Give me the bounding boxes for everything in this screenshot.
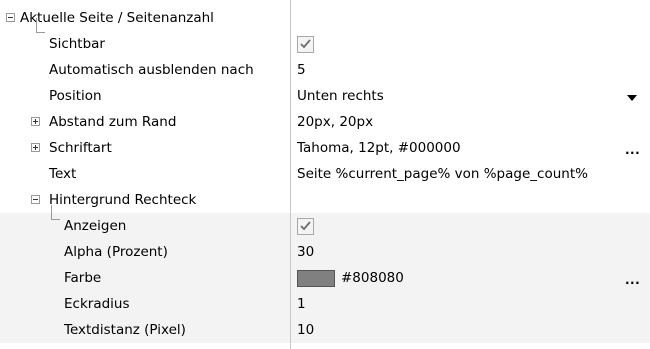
property-label-corner-radius: Eckradius: [64, 296, 130, 312]
property-grid: Aktuelle Seite / Seitenanzahl Sichtbar A…: [0, 0, 650, 349]
margin-value[interactable]: 20px, 20px: [297, 109, 373, 135]
section-title: Aktuelle Seite / Seitenanzahl: [20, 10, 214, 26]
property-label-color: Farbe: [64, 270, 102, 286]
row-margin[interactable]: Abstand zum Rand 20px, 20px: [0, 109, 650, 135]
color-value[interactable]: #808080: [341, 265, 404, 291]
property-label-auto-hide: Automatisch ausblenden nach: [49, 62, 254, 78]
row-visible[interactable]: Sichtbar: [0, 31, 650, 57]
row-corner-radius[interactable]: Eckradius 1: [0, 291, 650, 317]
auto-hide-value[interactable]: 5: [297, 57, 306, 83]
row-section-header[interactable]: Aktuelle Seite / Seitenanzahl: [0, 5, 650, 31]
alpha-value[interactable]: 30: [297, 239, 314, 265]
expand-toggle-icon[interactable]: [31, 143, 40, 152]
row-color[interactable]: Farbe #808080 ...: [0, 265, 650, 291]
expand-toggle-icon[interactable]: [31, 117, 40, 126]
font-browse-button[interactable]: ...: [625, 135, 640, 161]
position-select[interactable]: Unten rechts: [297, 83, 384, 109]
row-text[interactable]: Text Seite %current_page% von %page_coun…: [0, 161, 650, 187]
text-distance-value[interactable]: 10: [297, 317, 314, 343]
row-background[interactable]: Hintergrund Rechteck: [0, 187, 650, 213]
property-label-margin: Abstand zum Rand: [49, 114, 177, 130]
row-font[interactable]: Schriftart Tahoma, 12pt, #000000 ...: [0, 135, 650, 161]
property-label-background: Hintergrund Rechteck: [49, 192, 197, 208]
property-label-show: Anzeigen: [64, 218, 127, 234]
checkmark-icon: [300, 221, 311, 231]
row-position[interactable]: Position Unten rechts: [0, 83, 650, 109]
row-background-show[interactable]: Anzeigen: [0, 213, 650, 239]
row-text-distance[interactable]: Textdistanz (Pixel) 10: [0, 317, 650, 343]
tree-connector: [36, 18, 37, 33]
property-label-font: Schriftart: [49, 140, 112, 156]
text-value[interactable]: Seite %current_page% von %page_count%: [297, 161, 588, 187]
property-label-text-distance: Textdistanz (Pixel): [64, 322, 186, 338]
column-divider[interactable]: [290, 0, 291, 349]
checkmark-icon: [300, 39, 311, 49]
collapse-toggle-icon[interactable]: [6, 13, 15, 22]
row-auto-hide[interactable]: Automatisch ausblenden nach 5: [0, 57, 650, 83]
tree-connector: [51, 205, 52, 220]
color-picker-button[interactable]: ...: [625, 265, 640, 291]
property-label-position: Position: [49, 88, 102, 104]
chevron-down-icon[interactable]: [627, 95, 637, 101]
property-label-alpha: Alpha (Prozent): [64, 244, 168, 260]
property-label-visible: Sichtbar: [49, 36, 105, 52]
tree-connector: [36, 32, 45, 33]
corner-radius-value[interactable]: 1: [297, 291, 306, 317]
row-alpha[interactable]: Alpha (Prozent) 30: [0, 239, 650, 265]
font-value[interactable]: Tahoma, 12pt, #000000: [297, 135, 461, 161]
show-checkbox[interactable]: [297, 218, 314, 235]
property-label-text: Text: [49, 166, 77, 182]
collapse-toggle-icon[interactable]: [31, 195, 40, 204]
visible-checkbox[interactable]: [297, 36, 314, 53]
tree-connector: [51, 219, 60, 220]
color-swatch[interactable]: [297, 270, 335, 287]
